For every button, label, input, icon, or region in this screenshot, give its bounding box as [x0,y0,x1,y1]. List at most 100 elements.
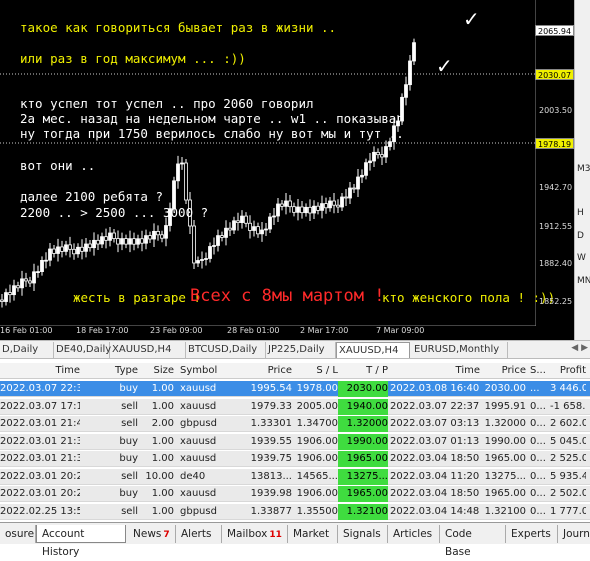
table-row[interactable]: 2022.02.25 13:54... sell 1.00 gbpusd 1.33877… [0,503,590,520]
candle-body [80,246,84,252]
cell-swap: 0... [530,505,546,517]
candle-body [248,222,252,231]
cell-swap: 0... [530,418,546,429]
column-header-price[interactable]: Price [228,363,292,379]
annotation-footer-right: кто женского пола ! :)) [382,290,556,305]
cell-sl: 1906.00 [296,488,338,499]
column-header-profit[interactable]: Profit [550,363,586,379]
table-row[interactable]: 2022.03.01 21:40... sell 2.00 gbpusd 1.33301… [0,416,590,432]
candle-body [176,163,180,182]
chart-tab[interactable]: XAUUSD,H4 [110,342,186,358]
column-header-close-price[interactable]: Price [480,363,526,379]
column-header-type[interactable]: Type [88,363,138,379]
cell-open-time: 2022.03.01 21:33... [0,453,80,464]
tab-signals[interactable]: Signals [338,525,388,543]
candle-body [228,227,232,231]
candle-body [280,203,284,207]
cell-profit: 5 045.00 [550,435,586,447]
right-panel-item[interactable]: H [577,208,584,218]
column-header-close-time[interactable]: Time [390,363,480,379]
tab-alerts[interactable]: Alerts [176,525,222,543]
cell-symbol: xauusd [180,453,217,464]
candle-body [268,216,272,230]
table-row[interactable]: 2022.03.01 20:23... buy 1.00 xauusd 1939.98 1… [0,486,590,502]
candle-body [44,259,48,262]
column-header-time[interactable]: Time [0,363,80,379]
right-panel-item[interactable]: MN [577,276,590,286]
price-axis-label: 2003.50 [539,106,573,115]
cell-open-time: 2022.03.01 20:24... [0,470,80,482]
candle-body [236,220,240,224]
candle-body [140,238,144,244]
cell-sl: 1906.00 [296,435,338,447]
cell-profit: 2 502.00 [550,488,586,499]
column-header-tp[interactable]: T / P [338,363,388,379]
candle-body [344,196,348,199]
column-header-swap[interactable]: S... [530,363,550,379]
candle-body [124,238,128,245]
candle-body [128,238,132,245]
cell-close-price: 13275... [484,470,526,482]
tab-experts[interactable]: Experts [506,525,558,543]
candle-body [64,244,68,252]
table-row[interactable]: 2022.03.01 21:34... buy 1.00 xauusd 1939.55 1… [0,433,590,450]
right-panel-item[interactable]: M3 [577,164,590,174]
tab-label: Account History [42,528,85,558]
cell-close-time: 2022.03.08 16:40... [390,383,480,394]
tab-news[interactable]: News 7 [128,525,176,543]
candle-body [116,238,120,245]
candle-body [184,162,188,201]
table-row[interactable]: 2022.03.01 21:33... buy 1.00 xauusd 1939.75 1… [0,451,590,467]
tab-code-base[interactable]: Code Base [440,525,506,558]
right-panel-item[interactable]: W [577,253,586,263]
cell-tp: 2030.00 [338,381,388,397]
column-header-symbol[interactable]: Symbol [180,363,228,379]
candle-body [52,248,56,254]
cell-open-price: 1939.75 [250,453,292,464]
candle-body [220,235,224,238]
tab-journal[interactable]: Journ [558,525,590,543]
tab-account-history[interactable]: Account History [36,525,126,558]
candle-body [20,278,24,289]
candle-body [312,205,316,214]
candle-body [256,226,260,235]
cell-type: buy [119,488,138,499]
tab-mailbox[interactable]: Mailbox 11 [222,525,288,543]
table-header: Time Type Size Symbol Price S / L T / P … [0,363,590,379]
right-panel-item[interactable]: D [577,231,584,241]
tab-label: Code Base [445,528,472,558]
table-row[interactable]: 2022.03.01 20:24... sell 10.00 de40 13813...… [0,468,590,485]
cell-symbol: xauusd [180,488,217,499]
candle-body [276,203,280,217]
annotation-line-7: далее 2100 ребята ? [20,189,163,204]
chart-tab-active[interactable]: XAUUSD,H4 [336,342,410,358]
chart-tab[interactable]: D,Daily [0,342,54,358]
cell-swap: 0... [530,435,546,447]
table-row[interactable]: 2022.03.07 22:38... buy 1.00 xauusd 1995.54 1… [0,381,590,397]
tab-scroll-arrows-icon[interactable]: ◀ ▶ [571,343,588,353]
cell-symbol: xauusd [180,383,217,394]
time-axis-label: 18 Feb 17:00 [76,326,129,335]
chart-tab[interactable]: DE40,Daily [54,342,111,358]
annotation-line-3: кто успел тот успел .. про 2060 говорил [20,96,314,111]
tab-label: Mailbox [227,528,268,540]
tab-articles[interactable]: Articles [388,525,440,543]
cell-close-time: 2022.03.04 11:20... [390,470,480,482]
time-axis-label: 28 Feb 01:00 [227,326,280,335]
table-row[interactable]: 2022.03.07 17:11... sell 1.00 xauusd 1979.33… [0,398,590,415]
column-header-size[interactable]: Size [138,363,174,379]
column-header-sl[interactable]: S / L [292,363,338,379]
cell-symbol: gbpusd [180,505,217,517]
cell-open-time: 2022.03.07 17:11... [0,400,80,412]
cell-sl: 2005.00 [296,400,338,412]
chart-tab[interactable]: JP225,Daily [266,342,336,358]
price-chart[interactable]: такое как говориться бывает раз в жизни … [0,0,574,340]
tab-market[interactable]: Market [288,525,338,543]
candle-body [208,246,212,259]
chart-tab[interactable]: BTCUSD,Daily [186,342,266,358]
annotation-line-8: 2200 .. > 2500 ... 3000 ? [20,205,209,220]
chart-tab[interactable]: EURUSD,Monthly [412,342,508,358]
tab-exposure[interactable]: osure [0,525,36,543]
cell-open-time: 2022.03.01 21:40... [0,418,80,429]
cell-type: sell [121,470,138,482]
